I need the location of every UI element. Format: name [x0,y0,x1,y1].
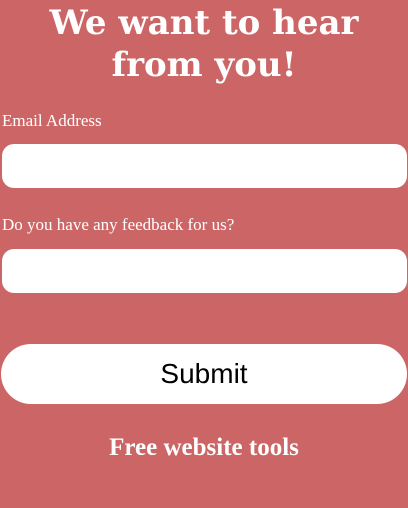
free-website-tools-link[interactable]: Free website tools [0,432,408,464]
submit-button[interactable]: Submit [1,344,407,404]
email-label: Email Address [2,111,102,130]
feedback-field[interactable] [2,249,407,293]
page-title: We want to hear from you! [49,3,359,85]
feedback-label: Do you have any feedback for us? [2,215,235,234]
email-field[interactable] [2,144,407,188]
feedback-page: We want to hear from you! Email Address … [0,0,408,508]
